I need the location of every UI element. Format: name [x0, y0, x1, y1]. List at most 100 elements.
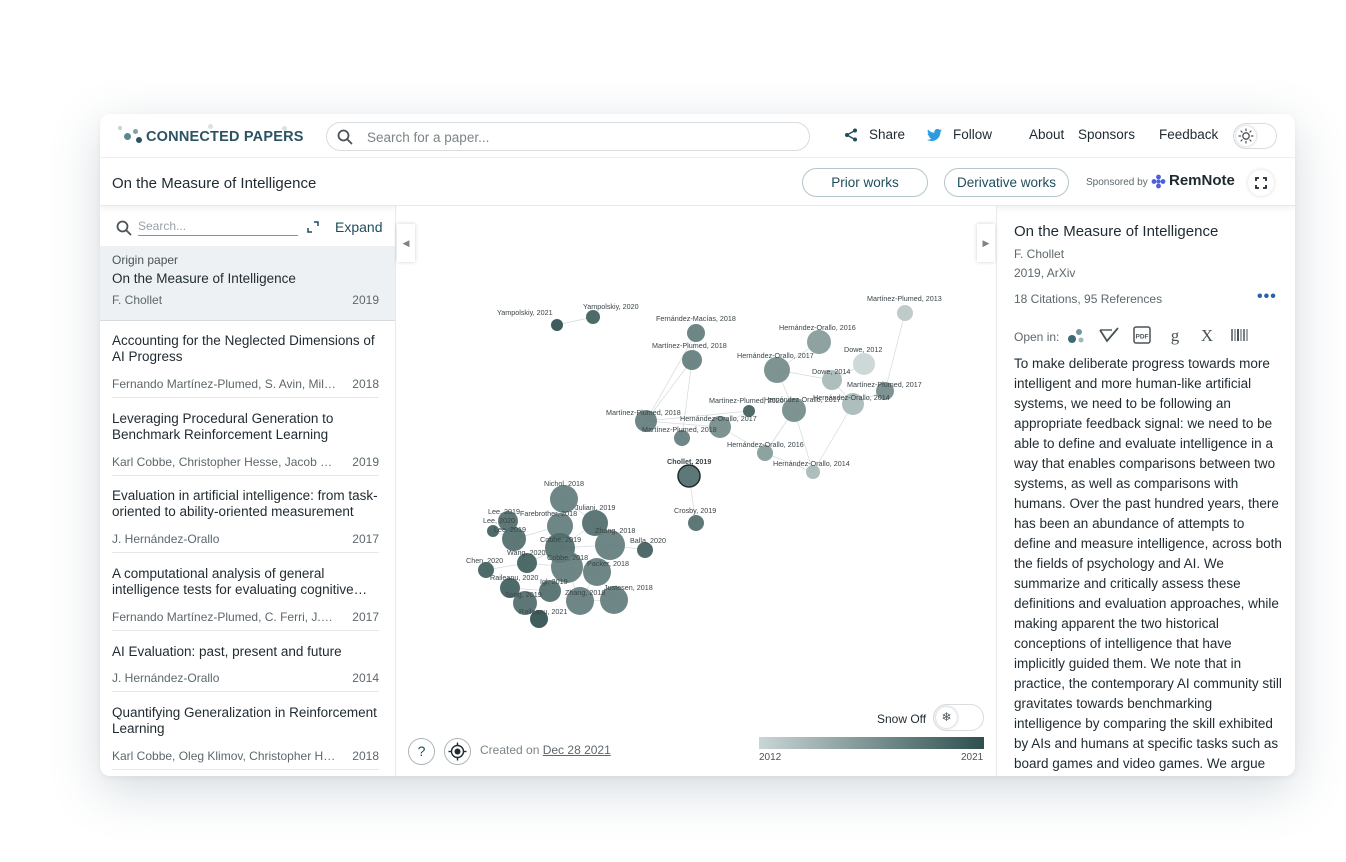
- paper-search-box[interactable]: [326, 122, 810, 151]
- about-link[interactable]: About: [1029, 127, 1064, 142]
- connected-papers-icon[interactable]: [1066, 324, 1088, 346]
- paper-node[interactable]: [682, 350, 702, 370]
- list-search-bar: Expand: [100, 206, 395, 246]
- paper-node-label: Martínez-Plumed, 2013: [867, 294, 942, 303]
- share-link[interactable]: Share: [869, 127, 905, 142]
- page-title: On the Measure of Intelligence: [112, 175, 317, 192]
- list-search-input[interactable]: [138, 216, 298, 236]
- paper-node-label: Hernández-Orallo, 2017: [680, 414, 757, 423]
- origin-paper-node[interactable]: [677, 464, 701, 488]
- list-item-year: 2018: [352, 749, 379, 763]
- paper-node-label: Nichol, 2018: [544, 479, 584, 488]
- paper-node-label: Farebrother, 2018: [520, 509, 577, 518]
- help-button[interactable]: ?: [408, 738, 435, 765]
- paper-node-label: Lee, 2019: [488, 507, 520, 516]
- paper-node[interactable]: [688, 515, 704, 531]
- derivative-works-button[interactable]: Derivative works: [944, 168, 1069, 197]
- paper-node-label: Yampolskiy, 2020: [583, 302, 639, 311]
- collapse-right-button[interactable]: ▶: [977, 224, 995, 262]
- list-item-year: 2017: [352, 610, 379, 624]
- paper-node-label: Raileanu, 2021: [519, 607, 567, 616]
- recenter-button[interactable]: [444, 738, 471, 765]
- details-title: On the Measure of Intelligence: [1014, 223, 1219, 240]
- google-scholar-icon[interactable]: g: [1164, 324, 1186, 346]
- paper-node-label: Hernández-Orallo, 2017: [737, 351, 814, 360]
- details-abstract: To make deliberate progress towards more…: [1014, 356, 1282, 771]
- theme-toggle[interactable]: [1233, 123, 1277, 149]
- x-icon[interactable]: X: [1196, 324, 1218, 346]
- citation-graph[interactable]: Yampolskiy, 2020 Yampolskiy, 2021 Fernánde…: [397, 206, 996, 706]
- semantic-scholar-icon[interactable]: [1098, 324, 1120, 346]
- created-on-text: Created on Dec 28 2021: [480, 743, 611, 757]
- list-item-title: Evaluation in artificial intelligence: f…: [112, 488, 378, 519]
- follow-link[interactable]: Follow: [953, 127, 992, 142]
- paper-node[interactable]: [764, 357, 790, 383]
- paper-node-label: Juliani, 2019: [575, 503, 615, 512]
- paper-node-label: Martínez-Plumed, 2018: [652, 341, 727, 350]
- origin-paper-item[interactable]: Origin paper On the Measure of Intellige…: [100, 246, 395, 321]
- svg-text:g: g: [1171, 326, 1180, 345]
- share-icon[interactable]: [844, 128, 858, 142]
- created-date-link[interactable]: Dec 28 2021: [543, 743, 611, 757]
- paper-node-label: Chen, 2020: [466, 556, 503, 565]
- paper-node[interactable]: [897, 305, 913, 321]
- svg-text:X: X: [1201, 326, 1213, 345]
- paper-node-label: Zhang, 2018: [595, 526, 635, 535]
- paper-node[interactable]: [853, 353, 875, 375]
- snow-label: Snow Off: [877, 712, 927, 726]
- paper-node-label: Yampolskiy, 2021: [497, 308, 553, 317]
- graph-canvas[interactable]: Yampolskiy, 2020 Yampolskiy, 2021 Fernánde…: [397, 206, 996, 776]
- list-item-year: 2017: [352, 532, 379, 546]
- colorbar-min-label: 2012: [759, 752, 782, 763]
- expand-button[interactable]: Expand: [335, 219, 382, 235]
- origin-paper-authors: F. Chollet: [112, 293, 163, 307]
- paper-node[interactable]: [551, 319, 563, 331]
- list-item-year: 2018: [352, 377, 379, 391]
- details-authors[interactable]: F. Chollet: [1014, 247, 1064, 261]
- list-item-authors: Karl Cobbe, Christopher Hesse, Jacob Hil…: [112, 455, 337, 469]
- expand-icon[interactable]: [307, 221, 319, 233]
- paper-node-label: Balla, 2020: [630, 536, 666, 545]
- paper-list-panel: Expand Origin paper On the Measure of In…: [100, 206, 396, 776]
- paper-node-label: Fernández-Macías, 2018: [656, 314, 736, 323]
- graph-titlebar: On the Measure of Intelligence Prior wor…: [100, 158, 1295, 206]
- fullscreen-button[interactable]: [1248, 170, 1274, 196]
- paper-node-label: Hernández-Orallo, 2014: [773, 459, 850, 468]
- list-item-title: Leveraging Procedural Generation to Benc…: [112, 411, 334, 442]
- list-item[interactable]: A computational analysis of general inte…: [112, 566, 379, 631]
- search-icon: [337, 129, 353, 145]
- sponsors-link[interactable]: Sponsors: [1078, 127, 1135, 142]
- list-item[interactable]: Accounting for the Neglected Dimensions …: [112, 333, 379, 398]
- feedback-link[interactable]: Feedback: [1159, 127, 1218, 142]
- paper-node-label: Packer, 2018: [587, 559, 629, 568]
- prior-works-button[interactable]: Prior works: [802, 168, 928, 197]
- top-header: CONNECTED PAPERS Share Follow About Spon…: [100, 114, 1295, 158]
- collapse-left-button[interactable]: ◀: [397, 224, 415, 262]
- paper-search-input[interactable]: [367, 127, 787, 147]
- origin-paper-label: Origin paper: [112, 253, 179, 267]
- origin-paper-year: 2019: [352, 293, 379, 307]
- list-item[interactable]: Evaluation in artificial intelligence: f…: [112, 488, 379, 553]
- pdf-icon[interactable]: PDF: [1131, 324, 1153, 346]
- list-item[interactable]: AI Evaluation: past, present and future …: [112, 644, 379, 692]
- sponsor-name[interactable]: RemNote: [1169, 172, 1235, 189]
- target-icon: [448, 742, 467, 761]
- paper-node[interactable]: [687, 324, 705, 342]
- list-item[interactable]: Quantifying Generalization in Reinforcem…: [112, 705, 379, 770]
- snow-toggle[interactable]: ❄: [933, 704, 984, 731]
- list-item-year: 2019: [352, 455, 379, 469]
- barcode-icon[interactable]: [1229, 324, 1251, 346]
- details-venue: 2019, ArXiv: [1014, 266, 1076, 280]
- remnote-logo-icon[interactable]: [1151, 174, 1166, 189]
- paper-node-label: Hernández-Orallo, 2017: [764, 395, 841, 404]
- logo[interactable]: CONNECTED PAPERS: [114, 122, 304, 150]
- list-item-authors: Fernando Martínez-Plumed, C. Ferri, J.…: [112, 610, 333, 624]
- search-icon: [116, 220, 132, 236]
- list-item-title: AI Evaluation: past, present and future: [112, 644, 342, 659]
- twitter-icon[interactable]: [927, 129, 942, 141]
- paper-node[interactable]: [586, 310, 600, 324]
- paper-node-label: Justesen, 2018: [604, 583, 653, 592]
- list-item[interactable]: Leveraging Procedural Generation to Benc…: [112, 411, 379, 476]
- more-options-icon[interactable]: •••: [1257, 288, 1277, 306]
- paper-node-label: Cobbe, 2019: [540, 535, 581, 544]
